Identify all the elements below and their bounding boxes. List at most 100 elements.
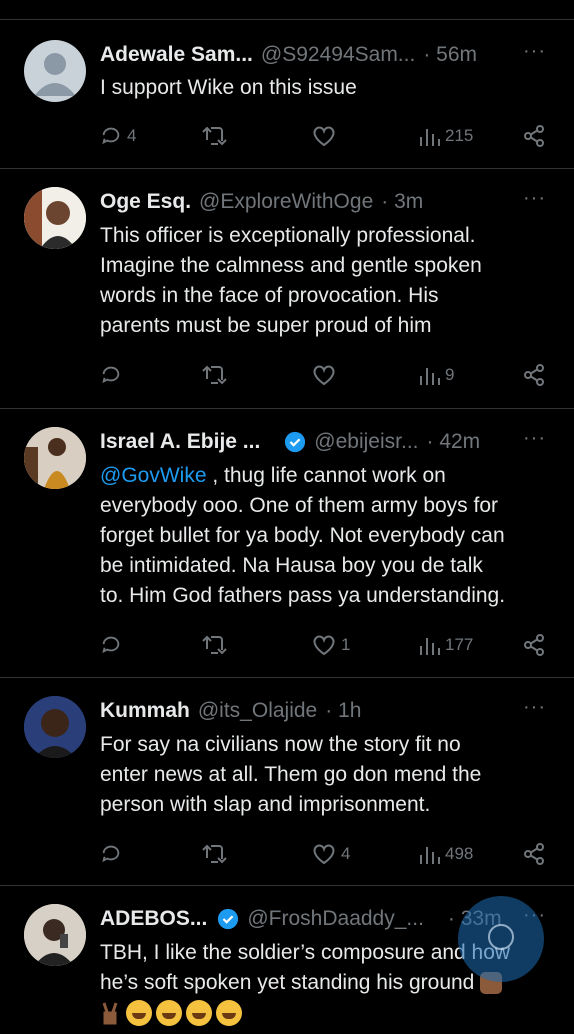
tweet-line: enter news at all. Them go don mend the — [100, 763, 482, 786]
views-count: 498 — [445, 844, 474, 863]
views-button[interactable]: 9 — [418, 360, 454, 390]
tweet[interactable]: Kummah @its_Olajide · 1h ··· For say na … — [0, 678, 574, 886]
views-button[interactable]: 215 — [418, 121, 473, 151]
like-button[interactable]: 1 — [312, 630, 350, 660]
share-icon — [524, 843, 544, 865]
author-handle[interactable]: @ExploreWithOge — [199, 187, 373, 217]
tweet-actions: 4 215 — [100, 121, 554, 151]
retweet-icon — [202, 365, 227, 385]
heart-icon — [313, 126, 335, 147]
views-icon — [420, 847, 440, 864]
views-icon — [420, 129, 440, 146]
retweet-button[interactable] — [202, 839, 228, 869]
timeline-feed: Adewale Sam... @S92494Sam... · 56m ··· I… — [0, 0, 574, 1027]
like-button[interactable] — [312, 121, 336, 151]
more-options-icon[interactable]: ··· — [523, 187, 546, 210]
laughing-emoji-icon — [215, 1000, 242, 1027]
user-photo-avatar[interactable] — [24, 427, 86, 489]
views-button[interactable]: 498 — [418, 839, 473, 869]
tweet-header: Israel A. Ebije ... @ebijeisr... · 42m — [100, 427, 546, 457]
reply-icon — [102, 127, 120, 145]
tweet-header: Oge Esq. @ExploreWithOge · 3m — [100, 187, 546, 217]
share-button[interactable] — [522, 360, 546, 390]
author-handle[interactable]: @S92494Sam... — [261, 40, 415, 70]
reply-icon — [102, 845, 120, 863]
author-handle[interactable]: @its_Olajide — [198, 696, 317, 726]
user-photo-avatar[interactable] — [24, 187, 86, 249]
like-button[interactable] — [312, 360, 336, 390]
user-photo-avatar[interactable] — [24, 696, 86, 758]
share-icon — [524, 634, 544, 656]
tweet-line-text: , thug life cannot work on — [206, 464, 446, 487]
like-count: 4 — [341, 844, 351, 863]
share-button[interactable] — [522, 839, 546, 869]
tweet-line: everybody ooo. One of them army boys for — [100, 494, 499, 517]
tweet-text: This officer is exceptionally profession… — [100, 221, 554, 341]
tweet-header: Kummah @its_Olajide · 1h — [100, 696, 546, 726]
reply-count: 4 — [127, 126, 137, 145]
verified-badge-icon — [285, 431, 306, 453]
reply-icon — [102, 636, 120, 654]
tweet-line: Imagine the calmness and gentle spoken — [100, 254, 482, 277]
tweet-actions: 4 498 — [100, 839, 554, 869]
compose-floating-button[interactable] — [458, 896, 544, 982]
reply-button[interactable] — [100, 360, 122, 390]
share-button[interactable] — [522, 121, 546, 151]
timestamp[interactable]: · 3m — [381, 187, 423, 217]
verified-badge-icon — [218, 908, 239, 930]
retweet-icon — [202, 844, 227, 864]
share-icon — [524, 125, 544, 147]
author-name[interactable]: Oge Esq. — [100, 187, 191, 217]
more-options-icon[interactable]: ··· — [523, 427, 546, 450]
share-icon — [524, 364, 544, 386]
reply-icon — [102, 366, 120, 384]
tweet[interactable]: Adewale Sam... @S92494Sam... · 56m ··· I… — [0, 20, 574, 169]
author-name[interactable]: Kummah — [100, 696, 190, 726]
more-options-icon[interactable]: ··· — [523, 696, 546, 719]
tweet-text: For say na civilians now the story fit n… — [100, 730, 554, 820]
default-avatar-icon[interactable] — [24, 40, 86, 102]
tweet-line-text: he’s soft spoken yet standing his ground — [100, 971, 475, 994]
reply-button[interactable] — [100, 630, 122, 660]
tweet-line: person with slap and imprisonment. — [100, 793, 431, 816]
tweet-line: to. Him God fathers pass ya understandin… — [100, 584, 506, 607]
user-photo-avatar[interactable] — [24, 904, 86, 966]
views-button[interactable]: 177 — [418, 630, 473, 660]
reply-button[interactable]: 4 — [100, 121, 136, 151]
tweet[interactable]: Israel A. Ebije ... @ebijeisr... · 42m ·… — [0, 409, 574, 678]
retweet-button[interactable] — [202, 360, 228, 390]
timestamp[interactable]: · 1h — [325, 696, 361, 726]
tweet-header: Adewale Sam... @S92494Sam... · 56m — [100, 40, 546, 70]
reply-button[interactable] — [100, 839, 122, 869]
mention-link[interactable]: @GovWike — [100, 464, 207, 487]
tweet-line: For say na civilians now the story fit n… — [100, 733, 461, 756]
author-handle[interactable]: @ebijeisr... — [314, 427, 418, 457]
author-name[interactable]: ADEBOS... — [100, 904, 207, 934]
laughing-emoji-icon — [155, 1000, 182, 1027]
tweet-line: be intimidated. Na Hausa boy you de talk — [100, 554, 483, 577]
views-count: 215 — [445, 126, 474, 145]
share-button[interactable] — [522, 630, 546, 660]
retweet-icon — [202, 635, 227, 655]
laughing-emoji-icon — [125, 1000, 152, 1027]
author-name[interactable]: Adewale Sam... — [100, 40, 253, 70]
heart-icon — [313, 844, 335, 865]
retweet-icon — [202, 126, 227, 146]
timestamp[interactable]: · 56m — [423, 40, 477, 70]
more-options-icon[interactable]: ··· — [523, 40, 546, 63]
tweet-line: I support Wike on this issue — [100, 76, 357, 99]
tweet-line: words in the face of provocation. His — [100, 284, 439, 307]
views-count: 177 — [445, 635, 474, 654]
retweet-button[interactable] — [202, 121, 228, 151]
like-count: 1 — [341, 635, 351, 654]
tweet-line: @GovWike , thug life cannot work on — [100, 461, 554, 491]
like-button[interactable]: 4 — [312, 839, 350, 869]
retweet-button[interactable] — [202, 630, 228, 660]
timestamp[interactable]: · 42m — [427, 427, 481, 457]
views-count: 9 — [445, 365, 455, 384]
views-icon — [420, 638, 440, 655]
author-handle[interactable]: @FroshDaaddy_... — [247, 904, 424, 934]
author-name[interactable]: Israel A. Ebije ... — [100, 427, 260, 457]
compose-icon — [488, 924, 514, 950]
tweet[interactable]: Oge Esq. @ExploreWithOge · 3m ··· This o… — [0, 169, 574, 409]
